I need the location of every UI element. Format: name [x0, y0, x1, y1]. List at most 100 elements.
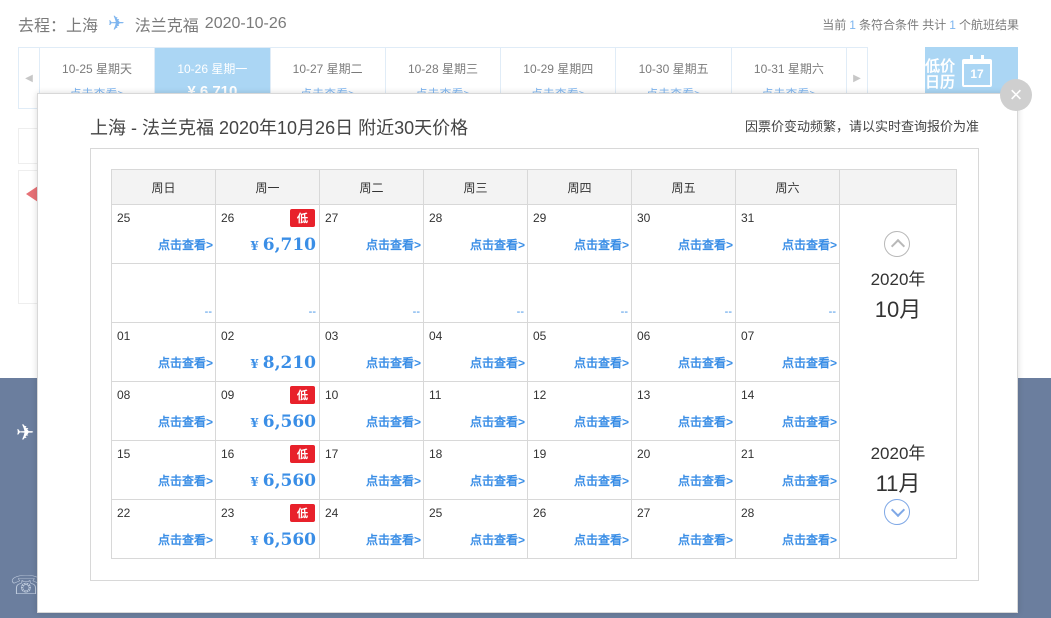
view-price-link[interactable]: 点击查看>: [678, 413, 733, 430]
calendar-day-cell[interactable]: 26 点击查看>: [527, 499, 632, 559]
calendar-day-cell[interactable]: 08 点击查看>: [111, 381, 216, 441]
day-number: 28: [429, 211, 443, 225]
calendar-day-cell[interactable]: 22 点击查看>: [111, 499, 216, 559]
day-number: 03: [325, 329, 339, 343]
day-price[interactable]: ¥6,560: [250, 412, 316, 432]
view-price-link[interactable]: 点击查看>: [158, 413, 213, 430]
calendar-day-cell[interactable]: 13 点击查看>: [631, 381, 736, 441]
currency-symbol: ¥: [250, 239, 259, 253]
day-number: 06: [637, 329, 651, 343]
view-price-link[interactable]: 点击查看>: [158, 236, 213, 253]
calendar-day-cell[interactable]: 25 点击查看>: [111, 204, 216, 264]
close-icon[interactable]: ×: [1000, 79, 1032, 111]
day-number: 01: [117, 329, 131, 343]
day-number: 08: [117, 388, 131, 402]
calendar-empty-cell: --: [111, 263, 216, 323]
day-price[interactable]: ¥6,710: [250, 235, 316, 255]
view-price-link[interactable]: 点击查看>: [574, 236, 629, 253]
view-price-link[interactable]: 点击查看>: [782, 236, 837, 253]
day-number: 26: [221, 211, 235, 225]
view-price-link[interactable]: 点击查看>: [158, 472, 213, 489]
no-data-dash: --: [412, 306, 420, 318]
calendar-day-cell[interactable]: 01 点击查看>: [111, 322, 216, 382]
calendar-day-cell[interactable]: 06 点击查看>: [631, 322, 736, 382]
view-price-link[interactable]: 点击查看>: [470, 531, 525, 548]
no-data-dash: --: [308, 306, 316, 318]
calendar-day-cell[interactable]: 27 点击查看>: [319, 204, 424, 264]
view-price-link[interactable]: 点击查看>: [574, 531, 629, 548]
view-price-link[interactable]: 点击查看>: [782, 531, 837, 548]
view-price-link[interactable]: 点击查看>: [782, 413, 837, 430]
view-price-link[interactable]: 点击查看>: [574, 354, 629, 371]
calendar-day-cell[interactable]: 11 点击查看>: [423, 381, 528, 441]
calendar-day-cell[interactable]: 24 点击查看>: [319, 499, 424, 559]
previous-month-icon[interactable]: [884, 231, 910, 257]
view-price-link[interactable]: 点击查看>: [678, 472, 733, 489]
view-price-link[interactable]: 点击查看>: [574, 413, 629, 430]
calendar-day-cell[interactable]: 09 低 ¥6,560: [215, 381, 320, 441]
currency-symbol: ¥: [250, 416, 259, 430]
calendar-day-cell[interactable]: 03 点击查看>: [319, 322, 424, 382]
calendar-day-cell[interactable]: 19 点击查看>: [527, 440, 632, 500]
calendar-day-cell[interactable]: 28 点击查看>: [735, 499, 840, 559]
view-price-link[interactable]: 点击查看>: [470, 354, 525, 371]
view-price-link[interactable]: 点击查看>: [470, 236, 525, 253]
calendar-day-cell[interactable]: 21 点击查看>: [735, 440, 840, 500]
low-price-badge: 低: [290, 445, 315, 463]
view-price-link[interactable]: 点击查看>: [366, 354, 421, 371]
next-month-icon[interactable]: [884, 499, 910, 525]
calendar-day-cell[interactable]: 04 点击查看>: [423, 322, 528, 382]
view-price-link[interactable]: 点击查看>: [678, 236, 733, 253]
calendar-day-cell[interactable]: 07 点击查看>: [735, 322, 840, 382]
calendar-week-row: 15 点击查看> 16 低 ¥6,560 17 点击查看> 18 点击查看> 19 点击查看> 20 点…: [111, 440, 957, 500]
view-price-link[interactable]: 点击查看>: [158, 531, 213, 548]
view-price-link[interactable]: 点击查看>: [366, 413, 421, 430]
calendar-day-cell[interactable]: 02 ¥8,210: [215, 322, 320, 382]
view-price-link[interactable]: 点击查看>: [470, 413, 525, 430]
day-price[interactable]: ¥6,560: [250, 530, 316, 550]
calendar-day-cell[interactable]: 28 点击查看>: [423, 204, 528, 264]
view-price-link[interactable]: 点击查看>: [678, 531, 733, 548]
calendar-day-cell[interactable]: 26 低 ¥6,710: [215, 204, 320, 264]
calendar-day-cell[interactable]: 27 点击查看>: [631, 499, 736, 559]
weekday-header: 周三: [423, 169, 528, 205]
view-price-link[interactable]: 点击查看>: [574, 472, 629, 489]
weekday-header: 周二: [319, 169, 424, 205]
calendar-week-row: 08 点击查看> 09 低 ¥6,560 10 点击查看> 11 点击查看> 12 点击查看> 13 点…: [111, 381, 957, 441]
current-month-year: 2020年: [870, 270, 926, 289]
view-price-link[interactable]: 点击查看>: [158, 354, 213, 371]
calendar-day-cell[interactable]: 23 低 ¥6,560: [215, 499, 320, 559]
calendar-day-cell[interactable]: 18 点击查看>: [423, 440, 528, 500]
calendar-day-cell[interactable]: 20 点击查看>: [631, 440, 736, 500]
calendar-day-cell[interactable]: 29 点击查看>: [527, 204, 632, 264]
calendar-week-row: 01 点击查看> 02 ¥8,210 03 点击查看> 04 点击查看> 05 点击查看> 06 点击…: [111, 322, 957, 382]
view-price-link[interactable]: 点击查看>: [678, 354, 733, 371]
day-number: 13: [637, 388, 651, 402]
view-price-link[interactable]: 点击查看>: [366, 236, 421, 253]
view-price-link[interactable]: 点击查看>: [366, 472, 421, 489]
calendar-day-cell[interactable]: 12 点击查看>: [527, 381, 632, 441]
price-calendar-table: 周日 周一 周二 周三 周四 周五 周六 25 点击查看> 26 低 ¥6,710 27 点…: [111, 169, 957, 559]
calendar-day-cell[interactable]: 10 点击查看>: [319, 381, 424, 441]
calendar-empty-cell: --: [735, 263, 840, 323]
calendar-day-cell[interactable]: 15 点击查看>: [111, 440, 216, 500]
day-number: 20: [637, 447, 651, 461]
view-price-link[interactable]: 点击查看>: [782, 472, 837, 489]
calendar-day-cell[interactable]: 31 点击查看>: [735, 204, 840, 264]
view-price-link[interactable]: 点击查看>: [782, 354, 837, 371]
no-data-dash: --: [516, 306, 524, 318]
day-price[interactable]: ¥6,560: [250, 471, 316, 491]
calendar-day-cell[interactable]: 14 点击查看>: [735, 381, 840, 441]
calendar-day-cell[interactable]: 17 点击查看>: [319, 440, 424, 500]
calendar-day-cell[interactable]: 05 点击查看>: [527, 322, 632, 382]
view-price-link[interactable]: 点击查看>: [470, 472, 525, 489]
calendar-day-cell[interactable]: 30 点击查看>: [631, 204, 736, 264]
view-price-link[interactable]: 点击查看>: [366, 531, 421, 548]
day-number: 09: [221, 388, 235, 402]
price-value: 6,560: [262, 471, 316, 491]
day-number: 12: [533, 388, 547, 402]
weekday-header: 周五: [631, 169, 736, 205]
day-price[interactable]: ¥8,210: [250, 353, 316, 373]
calendar-day-cell[interactable]: 16 低 ¥6,560: [215, 440, 320, 500]
calendar-day-cell[interactable]: 25 点击查看>: [423, 499, 528, 559]
